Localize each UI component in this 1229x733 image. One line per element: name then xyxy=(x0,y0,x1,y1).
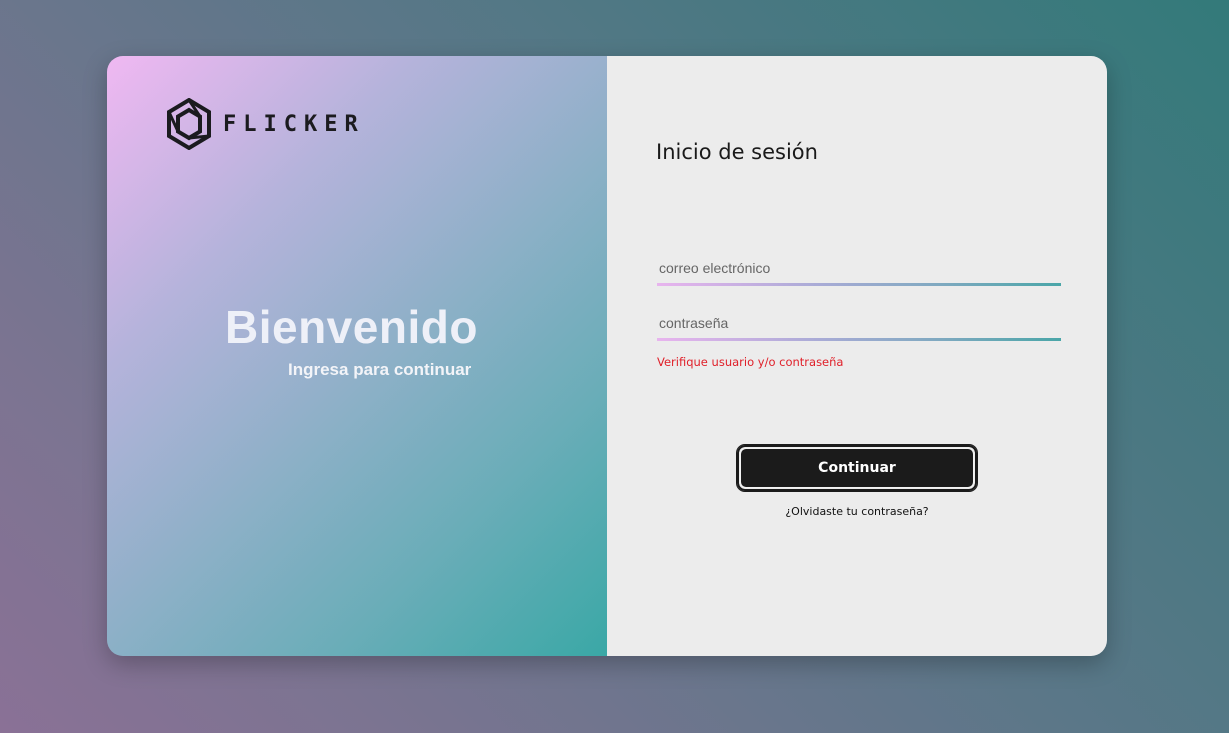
email-underline xyxy=(657,283,1061,286)
forgot-password-link[interactable]: ¿Olvidaste tu contraseña? xyxy=(607,505,1107,518)
continue-button[interactable]: Continuar xyxy=(736,444,978,492)
brand-name: FLICKER xyxy=(223,111,365,137)
email-field-wrapper xyxy=(657,254,1061,286)
password-underline xyxy=(657,338,1061,341)
email-input[interactable] xyxy=(657,254,1061,282)
login-title: Inicio de sesión xyxy=(656,140,818,164)
hexagon-swirl-icon xyxy=(167,98,211,150)
login-card: FLICKER Bienvenido Ingresa para continua… xyxy=(107,56,1107,656)
welcome-title: Bienvenido xyxy=(225,301,478,353)
password-field-wrapper xyxy=(657,309,1061,341)
welcome-panel: FLICKER Bienvenido Ingresa para continua… xyxy=(107,56,607,656)
login-error-message: Verifique usuario y/o contraseña xyxy=(657,355,844,369)
brand-logo: FLICKER xyxy=(165,98,365,150)
welcome-subtitle: Ingresa para continuar xyxy=(288,360,472,379)
continue-button-label: Continuar xyxy=(818,460,896,476)
password-input[interactable] xyxy=(657,309,1061,337)
login-panel: Inicio de sesión Verifique usuario y/o c… xyxy=(607,56,1107,656)
